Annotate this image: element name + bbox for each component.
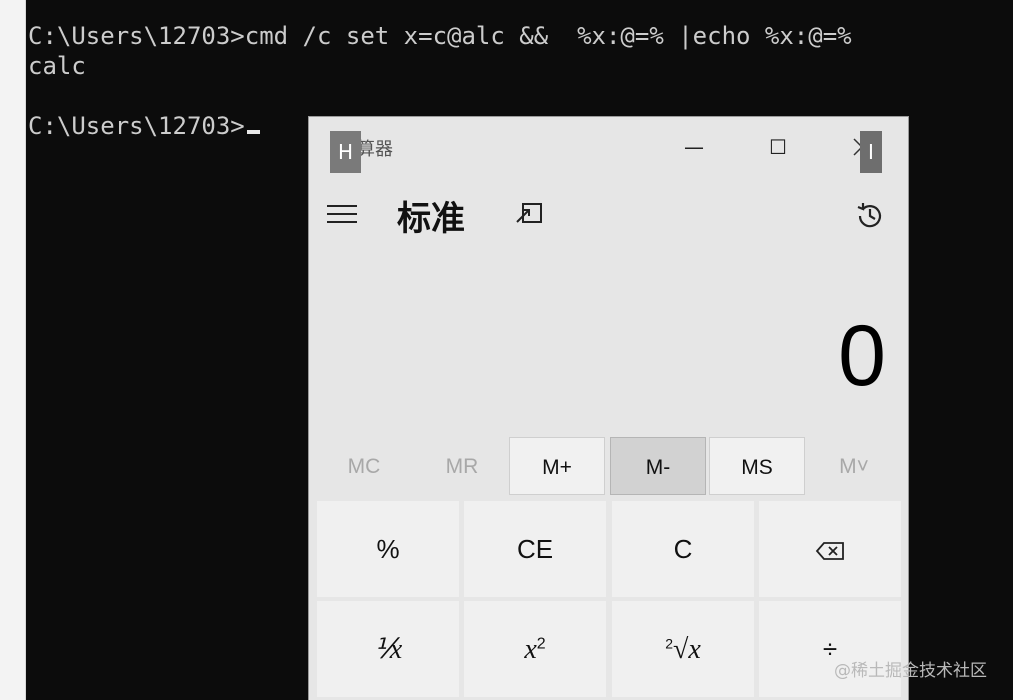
clear-entry-button[interactable]: CE (464, 501, 606, 597)
result-display: 0 (838, 308, 886, 404)
memory-recall-button[interactable]: MR (414, 437, 510, 495)
watermark: @稀土掘金技术社区 (834, 661, 987, 681)
calculator-titlebar[interactable]: 算器 H — ☐ I (309, 117, 908, 177)
console-line-prompt: C:\Users\12703> (28, 111, 260, 141)
hotkey-badge-i: I (860, 131, 882, 173)
calculator-window[interactable]: 算器 H — ☐ I 标准 0 MC MR M+ M- MS M˅ % CE C… (308, 116, 909, 700)
menu-icon[interactable] (327, 205, 361, 227)
keep-on-top-icon (516, 203, 542, 223)
prompt-text: C:\Users\12703> (28, 112, 245, 140)
text-cursor (246, 130, 260, 134)
history-button[interactable] (853, 199, 887, 233)
memory-list-button[interactable]: M˅ (806, 437, 902, 495)
sqrt-index: 2 (665, 635, 673, 652)
memory-store-button[interactable]: MS (709, 437, 805, 495)
mode-title: 标准 (397, 199, 465, 239)
memory-subtract-button[interactable]: M- (610, 437, 706, 495)
backspace-icon (815, 542, 844, 561)
square-button[interactable]: x2 (464, 601, 606, 697)
reciprocal-label: ⅟x (373, 634, 403, 665)
maximize-button[interactable]: ☐ (755, 129, 801, 165)
reciprocal-button[interactable]: ⅟x (317, 601, 459, 697)
memory-row: MC MR M+ M- MS M˅ (309, 437, 908, 497)
console-line-command: C:\Users\12703>cmd /c set x=c@alc && %x:… (28, 22, 852, 50)
square-base: x (524, 634, 537, 665)
divide-button[interactable]: ÷ (759, 601, 901, 697)
backspace-button[interactable] (759, 501, 901, 597)
hotkey-badge-h: H (330, 131, 361, 173)
console-line-output: calc (28, 52, 86, 80)
history-icon (857, 203, 882, 228)
memory-clear-button[interactable]: MC (316, 437, 412, 495)
minimize-button[interactable]: — (671, 129, 717, 165)
calculator-header: 标准 (309, 185, 908, 245)
square-exponent: 2 (536, 635, 546, 653)
percent-button[interactable]: % (317, 501, 459, 597)
keep-on-top-button[interactable] (514, 201, 548, 231)
window-title: 算器 (357, 139, 393, 160)
square-root-button[interactable]: 2√x (612, 601, 754, 697)
clear-button[interactable]: C (612, 501, 754, 597)
window-edge (0, 0, 26, 700)
sqrt-symbol: √x (673, 634, 701, 665)
memory-add-button[interactable]: M+ (509, 437, 605, 495)
